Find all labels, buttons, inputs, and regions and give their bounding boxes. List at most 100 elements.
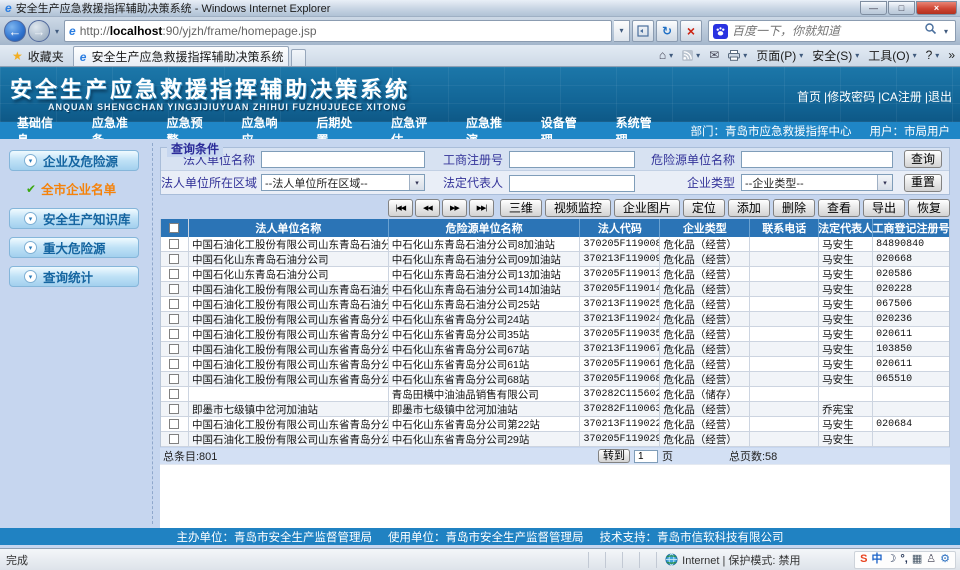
row-checkbox[interactable] — [169, 269, 179, 279]
row-checkbox[interactable] — [169, 344, 179, 354]
maximize-button[interactable]: □ — [888, 1, 915, 15]
banner-link[interactable]: 首页 — [797, 88, 821, 105]
row-checkbox[interactable] — [169, 419, 179, 429]
legal-name-input[interactable] — [261, 151, 425, 168]
sidebar-splitter[interactable] — [148, 139, 158, 528]
sidebar-group-knowledge-base[interactable]: ▾ 安全生产知识库 — [9, 208, 139, 229]
reset-button[interactable]: 重置 — [904, 174, 942, 192]
back-button[interactable]: ← — [4, 20, 26, 42]
toolbar-button[interactable]: 查看 — [818, 199, 860, 217]
row-checkbox[interactable] — [169, 374, 179, 384]
hazard-name-input[interactable] — [741, 151, 893, 168]
table-row[interactable]: 中国石化山东青岛石油分公司 中石化山东青岛石油分公司09加油站 370213F1… — [161, 252, 949, 267]
tray-icon[interactable]: ♙ — [926, 554, 936, 565]
address-dropdown[interactable]: ▾ — [614, 20, 630, 42]
table-row[interactable]: 中国石油化工股份有限公司山东省青岛分公司 中石化山东省青岛分公司35站 3702… — [161, 327, 949, 342]
cell-phone — [750, 312, 819, 326]
toolbar-button[interactable]: 添加 — [728, 199, 770, 217]
goto-page-button[interactable]: 转到 — [598, 449, 630, 463]
table-row[interactable]: 中国石油化工股份有限公司山东省青岛分公司 中石化山东省青岛分公司29站 3702… — [161, 432, 949, 447]
table-row[interactable]: 中国石油化工股份有限公司山东青岛石油分公司 中石化山东青岛石油分公司14加油站 … — [161, 282, 949, 297]
pager-button[interactable]: ▶▶ — [442, 199, 467, 217]
sidebar-item-citywide-enterprise-list[interactable]: ✔ 全市企业名单 — [26, 179, 148, 198]
ent-type-select[interactable]: --企业类型--▾ — [741, 174, 893, 191]
search-magnifier-icon[interactable] — [924, 22, 937, 40]
recent-pages-dropdown[interactable]: ▾ — [52, 27, 62, 36]
pager-button[interactable]: ◀◀ — [415, 199, 440, 217]
cell-ent-type: 危化品（经营） — [660, 417, 750, 431]
tray-icon[interactable]: ▦ — [912, 554, 922, 565]
browser-tab[interactable]: e 安全生产应急救援指挥辅助决策系统 — [73, 46, 289, 66]
print-button[interactable]: ▾ — [728, 50, 747, 61]
table-row[interactable]: 中国石油化工股份有限公司山东省青岛分公司 中石化山东省青岛分公司61站 3702… — [161, 357, 949, 372]
minimize-button[interactable]: — — [860, 1, 887, 15]
table-row[interactable]: 中国石油化工股份有限公司山东省青岛分公司 中石化山东省青岛分公司24站 3702… — [161, 312, 949, 327]
tray-icon[interactable]: °, — [900, 554, 907, 565]
banner-link[interactable]: |修改密码 — [824, 88, 875, 105]
tray-icon[interactable]: 中 — [872, 554, 883, 565]
table-row[interactable]: 中国石化山东青岛石油分公司 中石化山东青岛石油分公司13加油站 370205F1… — [161, 267, 949, 282]
overflow-chevron[interactable]: » — [948, 48, 955, 62]
toolbar-button[interactable]: 导出 — [863, 199, 905, 217]
toolbar-button[interactable]: 删除 — [773, 199, 815, 217]
toolbar-button[interactable]: 视频监控 — [545, 199, 611, 217]
home-button[interactable]: ⌂▾ — [659, 48, 673, 62]
cell-reg-no: 020236 — [873, 312, 949, 326]
business-reg-no-input[interactable] — [509, 151, 635, 168]
new-tab-button[interactable] — [291, 49, 306, 66]
compatibility-view-button[interactable] — [632, 20, 654, 42]
favorites-button[interactable]: ★ 收藏夹 — [3, 46, 73, 66]
search-input[interactable] — [732, 24, 920, 38]
table-row[interactable]: 中国石油化工股份有限公司山东省青岛分公司 中石化山东省青岛分公司68站 3702… — [161, 372, 949, 387]
row-checkbox[interactable] — [169, 329, 179, 339]
row-checkbox[interactable] — [169, 359, 179, 369]
safety-menu[interactable]: 安全(S)▾ — [812, 47, 859, 64]
pager-button[interactable]: ▶▶| — [469, 199, 494, 217]
region-select[interactable]: --法人单位所在区域--▾ — [261, 174, 425, 191]
table-row[interactable]: 青岛田横中油油品销售有限公司 370282C115602 危化品（储存） — [161, 387, 949, 402]
table-row[interactable]: 中国石油化工股份有限公司山东青岛石油分公司 中石化山东青岛石油分公司25站 37… — [161, 297, 949, 312]
sidebar-group-query-statistics[interactable]: ▾ 查询统计 — [9, 266, 139, 287]
mail-icon: ✉ — [709, 48, 719, 62]
row-checkbox[interactable] — [169, 239, 179, 249]
refresh-button[interactable]: ↻ — [656, 20, 678, 42]
help-menu[interactable]: ?▾ — [926, 48, 940, 62]
select-all-checkbox[interactable] — [169, 223, 179, 233]
toolbar-button[interactable]: 恢复 — [908, 199, 950, 217]
page-menu[interactable]: 页面(P)▾ — [756, 47, 803, 64]
banner-link[interactable]: |退出 — [925, 88, 952, 105]
feeds-button[interactable]: ▾ — [682, 50, 700, 61]
table-row[interactable]: 即墨市七级镇中岔河加油站 即墨市七级镇中岔河加油站 370282F110063 … — [161, 402, 949, 417]
sidebar-group-enterprise[interactable]: ▾ 企业及危险源 — [9, 150, 139, 171]
toolbar-button[interactable]: 定位 — [683, 199, 725, 217]
table-row[interactable]: 中国石油化工股份有限公司山东省青岛分公司 中石化山东省青岛分公司第22站 370… — [161, 417, 949, 432]
row-checkbox[interactable] — [169, 299, 179, 309]
table-row[interactable]: 中国石油化工股份有限公司山东青岛石油分公司 中石化山东青岛石油分公司8加油站 3… — [161, 237, 949, 252]
page-number-input[interactable] — [634, 450, 658, 463]
col-reg-no: 工商登记注册号 — [873, 219, 949, 237]
toolbar-button[interactable]: 企业图片 — [614, 199, 680, 217]
row-checkbox[interactable] — [169, 254, 179, 264]
address-input[interactable]: e http://localhost:90/yjzh/frame/homepag… — [64, 20, 612, 42]
table-row[interactable]: 中国石油化工股份有限公司山东省青岛分公司 中石化山东省青岛分公司67站 3702… — [161, 342, 949, 357]
tray-icon[interactable]: S — [860, 554, 867, 565]
close-button[interactable]: × — [916, 1, 957, 15]
stop-button[interactable]: × — [680, 20, 702, 42]
tray-icon[interactable]: ☽ — [887, 554, 897, 565]
banner-link[interactable]: |CA注册 — [878, 88, 922, 105]
row-checkbox[interactable] — [169, 404, 179, 414]
forward-button[interactable]: → — [28, 20, 50, 42]
row-checkbox[interactable] — [169, 389, 179, 399]
pager-button[interactable]: |◀◀ — [388, 199, 413, 217]
tray-icon[interactable]: ⚙ — [940, 554, 950, 565]
legal-rep-input[interactable] — [509, 175, 635, 192]
search-dropdown[interactable]: ▾ — [941, 27, 951, 36]
row-checkbox[interactable] — [169, 284, 179, 294]
row-checkbox[interactable] — [169, 434, 179, 444]
sidebar-group-major-hazards[interactable]: ▾ 重大危险源 — [9, 237, 139, 258]
mail-button[interactable]: ✉ — [709, 48, 719, 62]
row-checkbox[interactable] — [169, 314, 179, 324]
search-button[interactable]: 查询 — [904, 150, 942, 168]
toolbar-button[interactable]: 三维 — [500, 199, 542, 217]
tools-menu[interactable]: 工具(O)▾ — [868, 47, 916, 64]
